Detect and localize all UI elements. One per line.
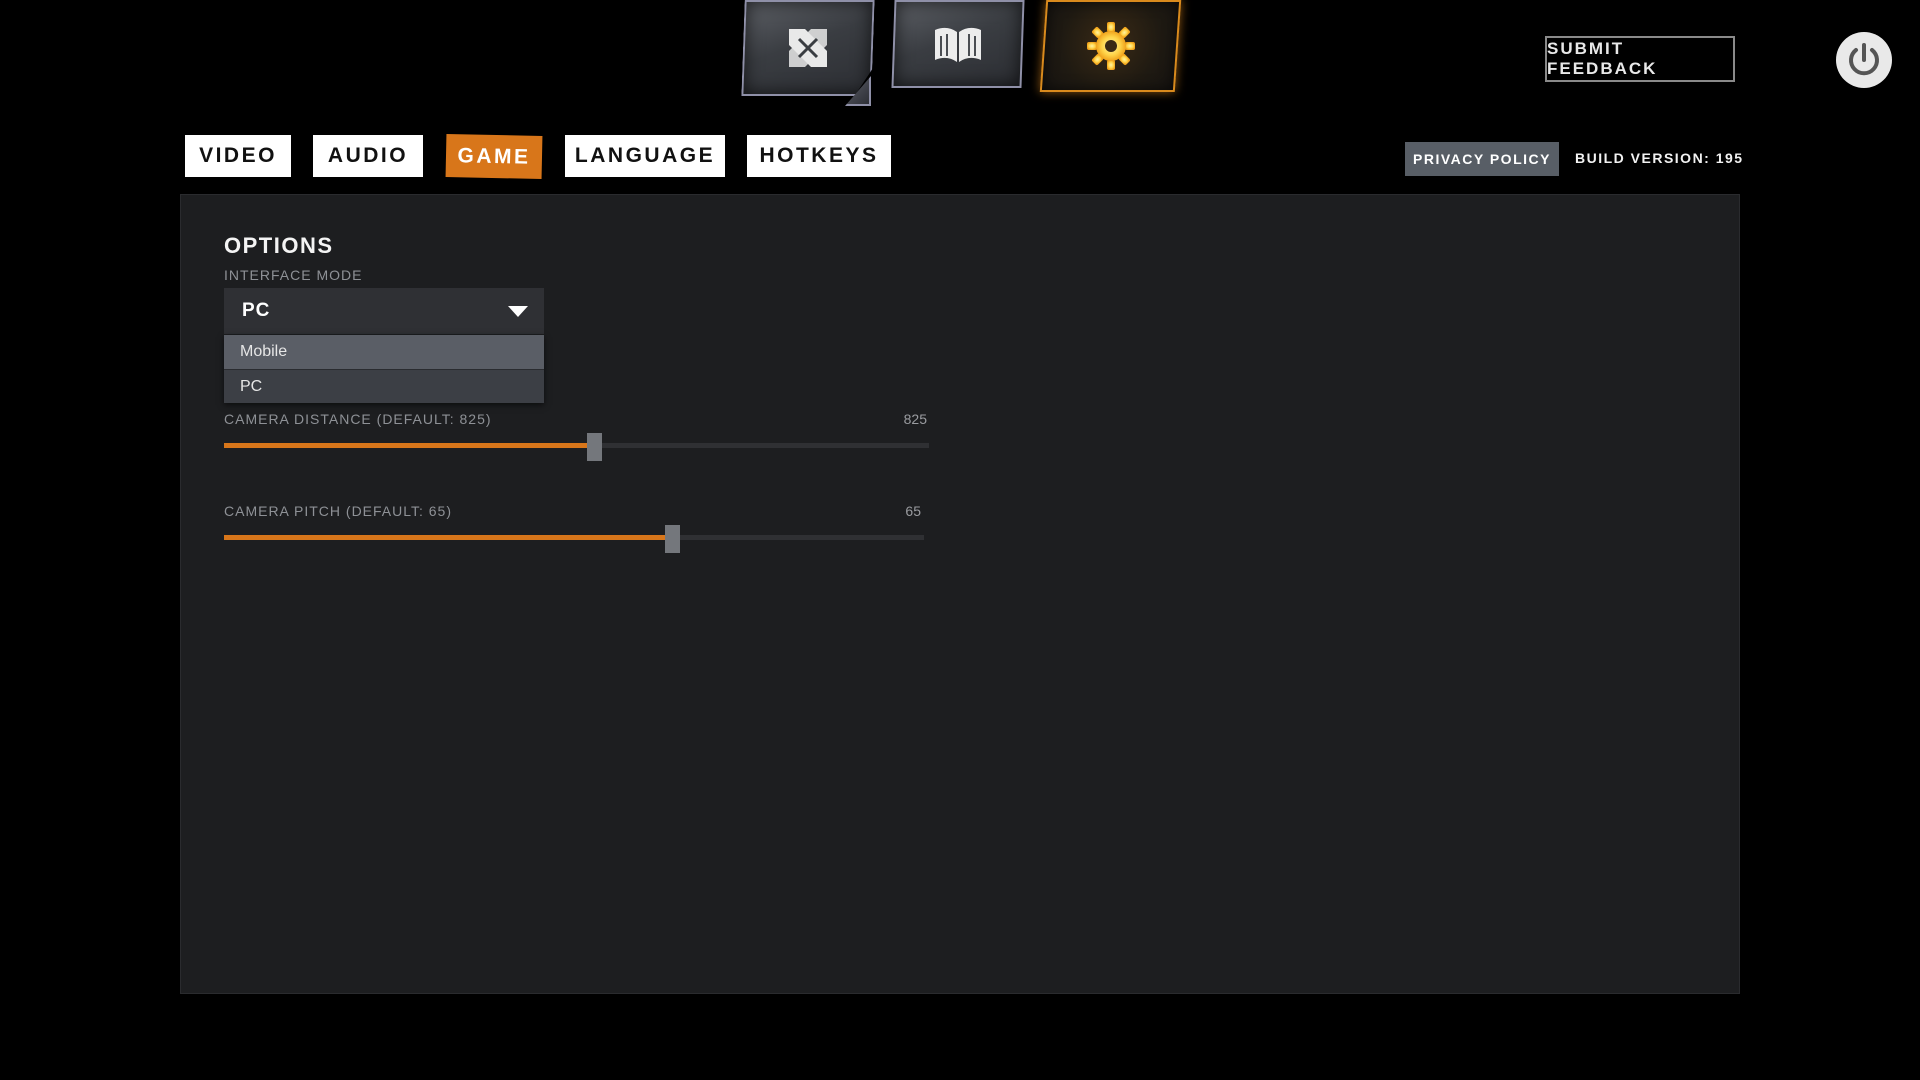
tab-hotkeys[interactable]: HOTKEYS xyxy=(747,135,891,177)
nav-settings-button[interactable] xyxy=(1039,0,1182,92)
option-mobile[interactable]: Mobile xyxy=(224,335,544,369)
top-navigation xyxy=(740,0,1182,110)
interface-mode-menu: Mobile PC xyxy=(224,335,544,403)
build-version: BUILD VERSION: 195 xyxy=(1575,150,1744,166)
tab-audio[interactable]: AUDIO xyxy=(313,135,423,177)
tab-video[interactable]: VIDEO xyxy=(185,135,291,177)
slider-fill xyxy=(224,535,672,540)
chevron-down-icon xyxy=(508,306,528,317)
camera-distance-slider[interactable] xyxy=(224,433,929,461)
camera-pitch-value: 65 xyxy=(905,503,921,519)
open-book-icon xyxy=(935,27,981,62)
camera-distance-value: 825 xyxy=(903,411,927,427)
camera-pitch-slider[interactable] xyxy=(224,525,924,553)
nav-learn-button[interactable] xyxy=(891,0,1025,88)
crossed-swords-icon xyxy=(789,29,827,67)
privacy-policy-button[interactable]: PRIVACY POLICY xyxy=(1405,142,1559,176)
submit-feedback-button[interactable]: SUBMIT FEEDBACK xyxy=(1545,36,1735,82)
interface-mode-label: INTERFACE MODE xyxy=(224,267,363,283)
nav-play-button[interactable] xyxy=(743,0,873,106)
section-title: OPTIONS xyxy=(224,233,334,258)
interface-mode-value: PC xyxy=(242,300,271,321)
power-button[interactable] xyxy=(1836,32,1892,88)
tab-language[interactable]: LANGUAGE xyxy=(565,135,725,177)
tab-game[interactable]: GAME xyxy=(445,133,543,180)
gear-icon xyxy=(1086,22,1135,70)
option-pc[interactable]: PC xyxy=(224,369,544,403)
slider-fill xyxy=(224,443,595,448)
slider-thumb[interactable] xyxy=(587,433,603,461)
slider-thumb[interactable] xyxy=(665,525,680,553)
camera-pitch-label: CAMERA PITCH (DEFAULT: 65) xyxy=(224,503,453,519)
settings-screen: SUBMIT FEEDBACK VIDEO AUDIO GAME LANGUAG… xyxy=(0,0,1920,1080)
interface-mode-dropdown[interactable]: PC xyxy=(224,288,544,334)
options-panel: OPTIONS INTERFACE MODE PC Mobile PC CAME… xyxy=(180,194,1740,994)
power-icon xyxy=(1849,43,1879,76)
camera-distance-label: CAMERA DISTANCE (DEFAULT: 825) xyxy=(224,411,492,427)
